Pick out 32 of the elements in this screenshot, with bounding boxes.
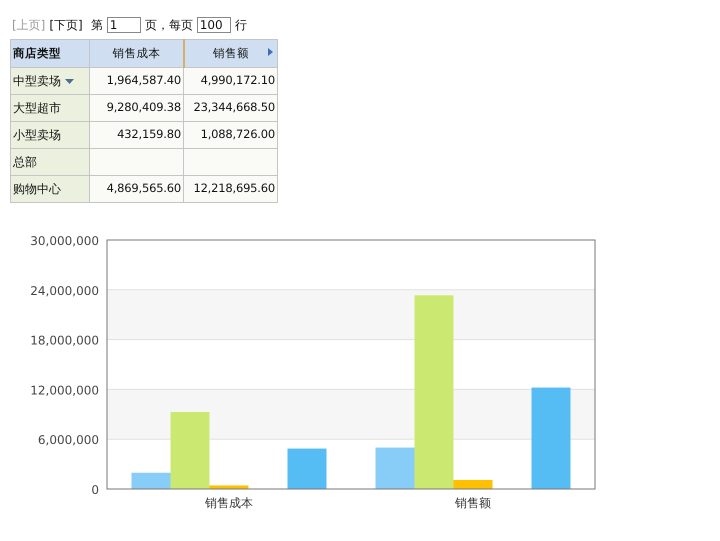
row-label: 小型卖场 bbox=[13, 127, 61, 144]
x-axis-label: 销售成本 bbox=[205, 496, 253, 510]
row-label: 中型卖场 bbox=[13, 73, 61, 90]
x-axis-label: 销售额 bbox=[455, 496, 491, 510]
y-axis-label: 18,000,000 bbox=[30, 334, 99, 348]
table-cell: 12,218,695.60 bbox=[184, 176, 278, 202]
table-cell: 4,869,565.60 bbox=[90, 176, 184, 202]
page-size-input[interactable]: 100 bbox=[196, 17, 231, 33]
next-page-link[interactable]: [下页] bbox=[49, 16, 83, 34]
size-suffix: 行 bbox=[234, 17, 247, 34]
dropdown-caret-icon[interactable] bbox=[65, 78, 74, 84]
column-header[interactable]: 销售额 bbox=[184, 40, 278, 68]
y-axis-label: 0 bbox=[91, 483, 99, 497]
column-header[interactable]: 销售成本 bbox=[90, 40, 184, 68]
table-cell: 1,088,726.00 bbox=[184, 122, 278, 148]
row-label: 大型超市 bbox=[13, 100, 61, 117]
row-label: 购物中心 bbox=[13, 181, 61, 198]
table-cell: 23,344,668.50 bbox=[184, 94, 278, 122]
table-cell: 432,159.80 bbox=[90, 122, 184, 148]
y-axis-label: 6,000,000 bbox=[38, 433, 99, 448]
page-suffix: 页，每页 bbox=[144, 17, 193, 34]
table-cell: 4,990,172.10 bbox=[184, 68, 278, 94]
table-cell: 9,280,409.38 bbox=[90, 94, 184, 122]
y-axis-label: 30,000,000 bbox=[30, 234, 99, 248]
right-arrow-icon bbox=[268, 48, 273, 56]
table-cell: 1,964,587.40 bbox=[90, 68, 184, 94]
y-axis-label: 12,000,000 bbox=[30, 383, 99, 398]
row-label: 总部 bbox=[13, 154, 37, 171]
page-input[interactable]: 1 bbox=[106, 17, 141, 33]
page-prefix: 第 bbox=[90, 17, 103, 34]
y-axis-label: 24,000,000 bbox=[30, 284, 99, 298]
column-header[interactable]: 商店类型 bbox=[10, 40, 90, 68]
